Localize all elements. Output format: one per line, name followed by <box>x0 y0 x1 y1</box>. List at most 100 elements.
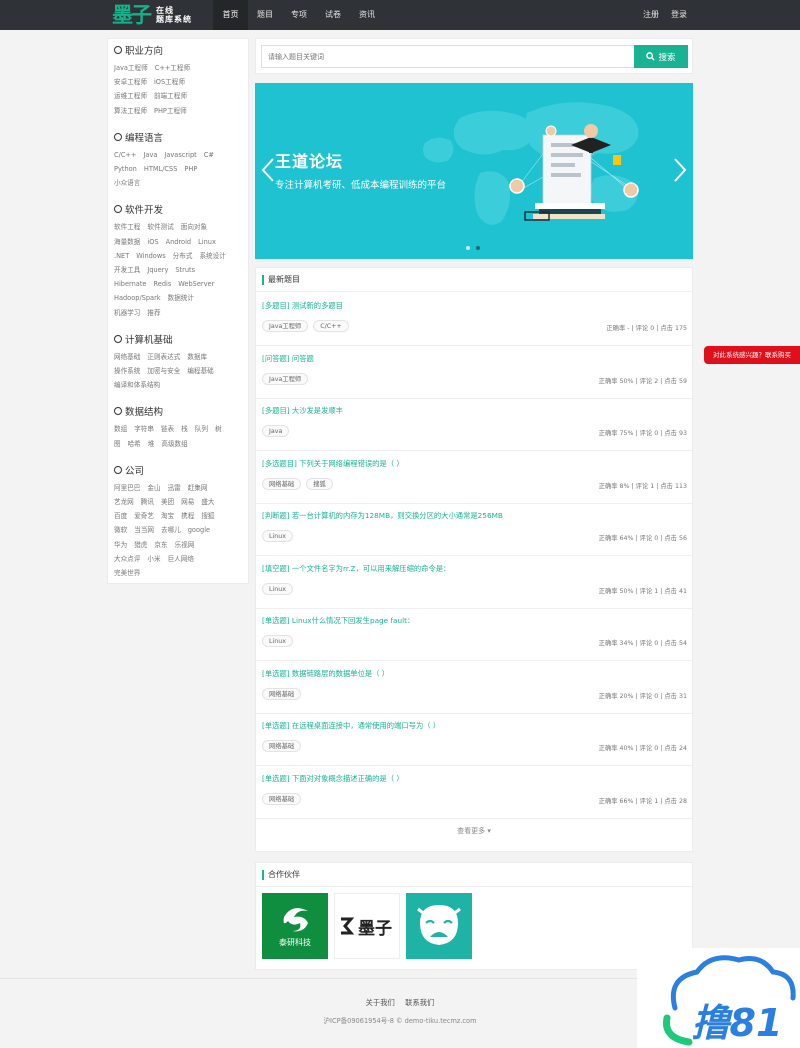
category-tag-link[interactable]: Android <box>166 238 192 246</box>
category-tag-link[interactable]: Struts <box>175 266 195 274</box>
category-tag-link[interactable]: 网易 <box>181 498 194 506</box>
question-tag[interactable]: Java工程师 <box>262 372 309 385</box>
question-tag[interactable]: Linux <box>262 582 293 595</box>
category-tag-link[interactable]: 海量数据 <box>114 238 140 246</box>
category-tag-link[interactable]: 树 <box>215 425 222 433</box>
category-tag-link[interactable]: 京东 <box>154 541 167 549</box>
category-tag-link[interactable]: 链表 <box>161 425 174 433</box>
category-tag-link[interactable]: WebServer <box>178 280 214 288</box>
category-tag-link[interactable]: 小众语言 <box>114 179 140 187</box>
category-tag-link[interactable]: PHP工程师 <box>154 107 187 115</box>
category-tag-link[interactable]: iOS工程师 <box>154 78 185 86</box>
question-tag[interactable]: Linux <box>262 635 293 647</box>
category-tag-link[interactable]: C# <box>204 151 214 159</box>
question-tag[interactable]: 搜狐 <box>306 477 333 490</box>
partner-logo-mozi[interactable]: 墨子 <box>334 893 400 959</box>
category-tag-link[interactable]: Windows <box>136 252 165 260</box>
question-tag[interactable]: Java <box>262 425 290 437</box>
category-tag-link[interactable]: 算法工程师 <box>114 107 147 115</box>
category-tag-link[interactable]: Linux <box>198 238 216 246</box>
question-title-link[interactable]: [填空题] 一个文件名字为rr.Z，可以用来解压缩的命令是： <box>262 564 450 574</box>
question-tag[interactable]: Linux <box>262 530 293 542</box>
nav-news[interactable]: 资讯 <box>350 0 384 30</box>
category-tag-link[interactable]: 安卓工程师 <box>114 78 147 86</box>
category-tag-link[interactable]: 软件测试 <box>147 223 173 231</box>
category-tag-link[interactable]: 操作系统 <box>114 367 140 375</box>
question-title-link[interactable]: [多选题目] 下列关于网络编程错误的是（ ） <box>262 459 404 469</box>
category-tag-link[interactable]: 猎虎 <box>134 541 147 549</box>
carousel-prev-icon[interactable] <box>261 157 275 183</box>
category-tag-link[interactable]: iOS <box>147 238 158 246</box>
category-tag-link[interactable]: HTML/CSS <box>144 165 178 173</box>
nav-topics[interactable]: 专项 <box>282 0 316 30</box>
question-title-link[interactable]: [单选题] 数据链路层的数据单位是（ ） <box>262 669 389 679</box>
question-title-link[interactable]: [单选题] 在远程桌面连接中，通常使用的端口号为（ ） <box>262 721 440 731</box>
category-tag-link[interactable]: Javascript <box>164 151 196 159</box>
banner-carousel[interactable]: 王道论坛 专注计算机考研、低成本编程训练的平台 <box>255 83 693 259</box>
category-tag-link[interactable]: Python <box>114 165 137 173</box>
about-link[interactable]: 关于我们 <box>366 998 395 1007</box>
category-tag-link[interactable]: 去哪儿 <box>161 526 181 534</box>
question-title-link[interactable]: [判断题] 若一台计算机的内存为128MB，则交换分区的大小通常是256MB <box>262 511 503 521</box>
view-more-link[interactable]: 查看更多 ▾ <box>256 826 692 836</box>
category-tag-link[interactable]: 当当网 <box>134 526 154 534</box>
category-tag-link[interactable]: Hadoop/Spark <box>114 294 161 302</box>
contact-link[interactable]: 联系我们 <box>405 998 434 1007</box>
search-input[interactable] <box>261 45 640 68</box>
category-tag-link[interactable]: 迅雷 <box>168 484 181 492</box>
category-tag-link[interactable]: 数组 <box>114 425 127 433</box>
category-tag-link[interactable]: google <box>188 526 210 534</box>
question-title-link[interactable]: [多题目] 测试新的多题目 <box>262 301 343 311</box>
category-tag-link[interactable]: 运维工程师 <box>114 92 147 100</box>
nav-papers[interactable]: 试卷 <box>316 0 350 30</box>
question-tag[interactable]: 网络基础 <box>262 477 302 490</box>
login-link[interactable]: 登录 <box>671 0 687 30</box>
category-tag-link[interactable]: 乐视网 <box>175 541 195 549</box>
category-tag-link[interactable]: 微软 <box>114 526 127 534</box>
category-tag-link[interactable]: 携程 <box>181 512 194 520</box>
carousel-next-icon[interactable] <box>673 157 687 183</box>
category-tag-link[interactable]: 堆 <box>148 440 155 448</box>
nav-questions[interactable]: 题目 <box>248 0 282 30</box>
category-tag-link[interactable]: 数据库 <box>187 353 207 361</box>
category-tag-link[interactable]: 赶集网 <box>188 484 208 492</box>
question-tag[interactable]: 网络基础 <box>262 792 302 805</box>
category-tag-link[interactable]: 腾讯 <box>141 498 154 506</box>
category-tag-link[interactable]: C/C++ <box>114 151 136 159</box>
category-tag-link[interactable]: 系统设计 <box>199 252 225 260</box>
category-tag-link[interactable]: 阿里巴巴 <box>114 484 140 492</box>
category-tag-link[interactable]: 艺龙网 <box>114 498 134 506</box>
register-link[interactable]: 注册 <box>643 0 659 30</box>
question-title-link[interactable]: [单选题] Linux什么情况下回发生page fault： <box>262 616 414 626</box>
partner-logo-taiyan[interactable]: 泰研科技 <box>262 893 328 959</box>
category-tag-link[interactable]: 正则表达式 <box>147 353 180 361</box>
category-tag-link[interactable]: 编译和体系结构 <box>114 381 160 389</box>
category-tag-link[interactable]: Java <box>143 151 157 159</box>
category-tag-link[interactable]: 分布式 <box>173 252 193 260</box>
category-tag-link[interactable]: 编程基础 <box>187 367 213 375</box>
category-tag-link[interactable]: 百度 <box>114 512 127 520</box>
category-tag-link[interactable]: 大众点评 <box>114 555 140 563</box>
category-tag-link[interactable]: 巨人网络 <box>168 555 194 563</box>
site-logo[interactable]: 墨子 在线 题库系统 <box>112 3 217 27</box>
partner-logo-crying-face[interactable] <box>406 893 472 959</box>
category-tag-link[interactable]: Hibernate <box>114 280 147 288</box>
category-tag-link[interactable]: Redis <box>154 280 172 288</box>
category-tag-link[interactable]: 完美世界 <box>114 569 140 577</box>
category-tag-link[interactable]: 软件工程 <box>114 223 140 231</box>
category-tag-link[interactable]: 搜狐 <box>201 512 214 520</box>
carousel-dot-active[interactable] <box>476 246 480 250</box>
question-title-link[interactable]: [单选题] 下面对对象概念描述正确的是（ ） <box>262 774 404 784</box>
category-tag-link[interactable]: 美团 <box>161 498 174 506</box>
category-tag-link[interactable]: 哈希 <box>128 440 141 448</box>
category-tag-link[interactable]: 图 <box>114 440 121 448</box>
category-tag-link[interactable]: 队列 <box>195 425 208 433</box>
category-tag-link[interactable]: Java工程师 <box>114 64 148 72</box>
category-tag-link[interactable]: 数据统计 <box>168 294 194 302</box>
carousel-dot[interactable] <box>466 246 470 250</box>
category-tag-link[interactable]: 爱奇艺 <box>134 512 154 520</box>
category-tag-link[interactable]: 前端工程师 <box>154 92 187 100</box>
category-tag-link[interactable]: 面向对象 <box>181 223 207 231</box>
category-tag-link[interactable]: 华为 <box>114 541 127 549</box>
category-tag-link[interactable]: PHP <box>184 165 197 173</box>
